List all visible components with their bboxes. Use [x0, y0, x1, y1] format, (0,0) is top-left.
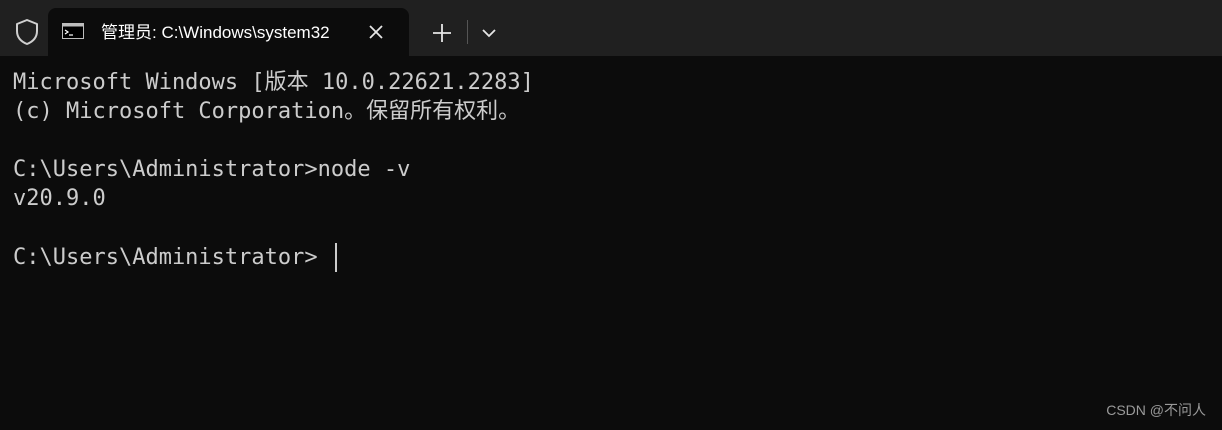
- plus-icon[interactable]: [428, 19, 456, 47]
- tab-title: 管理员: C:\Windows\system32: [101, 23, 330, 42]
- console-line: Microsoft Windows [版本 10.0.22621.2283]: [13, 70, 534, 95]
- watermark: CSDN @不问人: [1106, 402, 1206, 418]
- close-icon[interactable]: [364, 20, 388, 44]
- terminal-window: 管理员: C:\Windows\system32 Microsoft Windo…: [0, 0, 1222, 430]
- console-line: (c) Microsoft Corporation。保留所有权利。: [13, 99, 521, 124]
- title-bar: 管理员: C:\Windows\system32: [0, 0, 1222, 56]
- tab-cmd[interactable]: 管理员: C:\Windows\system32: [48, 8, 409, 56]
- text-cursor: [335, 243, 337, 272]
- chevron-down-icon[interactable]: [476, 20, 502, 46]
- console-line: v20.9.0: [13, 186, 106, 211]
- console-output[interactable]: Microsoft Windows [版本 10.0.22621.2283] (…: [0, 56, 1222, 430]
- cmd-icon: [62, 23, 84, 39]
- console-prompt: C:\Users\Administrator>: [13, 245, 318, 270]
- shield-icon: [16, 19, 38, 45]
- toolbar-divider: [467, 20, 468, 44]
- console-line: C:\Users\Administrator>node -v: [13, 157, 411, 182]
